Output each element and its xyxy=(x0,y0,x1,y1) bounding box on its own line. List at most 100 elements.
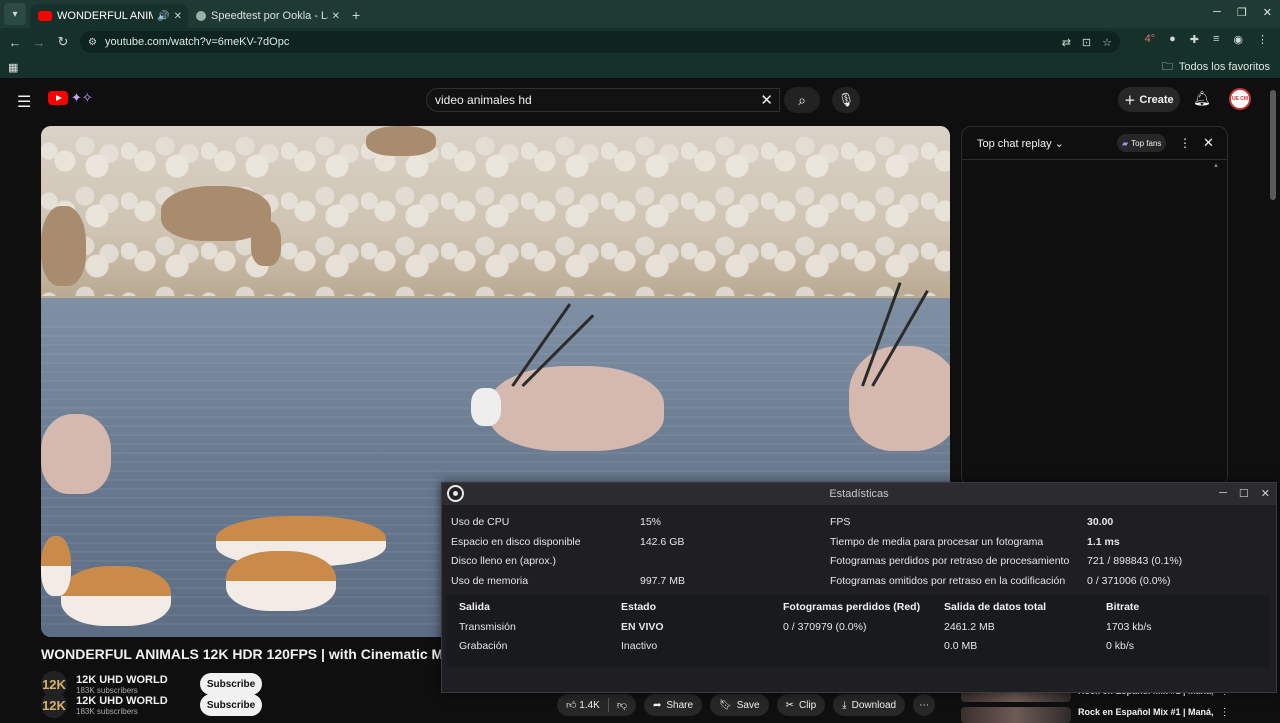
table-cell: Transmisión xyxy=(459,621,516,633)
puzzle-icon[interactable]: ✚ xyxy=(1190,33,1199,46)
stat-value: 142.6 GB xyxy=(640,536,685,548)
tab-close-icon[interactable]: ✕ xyxy=(174,11,182,22)
notifications-bell-icon[interactable]: 🔔︎ xyxy=(1193,90,1211,107)
page-scrollbar[interactable] xyxy=(1270,90,1276,200)
stat-value: 997.7 MB xyxy=(640,575,685,587)
create-button[interactable]: ＋ Create xyxy=(1118,87,1180,112)
profile-icon[interactable]: ◉ xyxy=(1233,33,1243,46)
site-info-icon[interactable]: ⚙ xyxy=(88,37,97,48)
oryx-figure xyxy=(471,388,501,426)
more-actions-button[interactable]: ⋯ xyxy=(913,694,936,716)
url-bar[interactable]: ⚙ youtube.com/watch?v=6meKV-7dOpc ⇄ ⊡ ☆ xyxy=(80,31,1120,53)
close-icon[interactable]: ✕ xyxy=(1263,6,1272,19)
recommendation-item[interactable]: Rock en Español Mix #1 | Maná, ⋮ xyxy=(961,707,1271,723)
more-vertical-icon[interactable]: ⋮ xyxy=(1220,707,1230,718)
youtube-header: ☰ ✦✧ video animales hd ✕ ⌕ 🎙 ＋ Create 🔔︎… xyxy=(0,80,1280,120)
clip-button[interactable]: ✂ Clip xyxy=(776,694,826,716)
search-button[interactable]: ⌕ xyxy=(784,87,820,113)
clear-search-icon[interactable]: ✕ xyxy=(760,91,773,109)
menu-icon[interactable]: ⋮ xyxy=(1257,33,1268,46)
channel-avatar[interactable]: 12K xyxy=(41,692,67,718)
scroll-up-arrow-icon[interactable]: ▲ xyxy=(1213,163,1219,169)
video-title: WONDERFUL ANIMALS 12K HDR 120FPS | with … xyxy=(41,646,441,662)
chat-mode-dropdown[interactable]: Top chat replay ⌄ xyxy=(977,137,1064,150)
all-bookmarks[interactable]: 🗀 Todos los favoritos xyxy=(1162,58,1270,77)
springbok-figure xyxy=(226,551,336,611)
chat-more-icon[interactable]: ⋮ xyxy=(1179,136,1191,150)
all-bookmarks-label: Todos los favoritos xyxy=(1178,61,1270,73)
recommendation-thumbnail[interactable] xyxy=(961,707,1071,723)
tab-close-icon[interactable]: ✕ xyxy=(332,11,340,22)
minimize-icon[interactable]: ─ xyxy=(1219,487,1227,500)
voice-search-button[interactable]: 🎙 xyxy=(832,87,860,113)
obs-window-title: Estadísticas xyxy=(829,488,889,500)
plus-icon: ＋ xyxy=(1124,94,1136,107)
channel-name[interactable]: 12K UHD WORLD xyxy=(76,695,200,707)
save-label: Save xyxy=(736,699,760,711)
tab-search-button[interactable]: ▾ xyxy=(4,3,26,25)
extension-icon[interactable]: 4° xyxy=(1145,33,1156,46)
channel-row: 12K 12K UHD WORLD 183K subscribers Subsc… xyxy=(41,692,262,718)
like-dislike-group: 👍︎ 1.4K 👎︎ xyxy=(557,694,636,716)
translate-icon[interactable]: ⇄ xyxy=(1062,36,1071,49)
recommendation-title[interactable]: Rock en Español Mix #1 | Maná, xyxy=(1078,707,1214,717)
share-button[interactable]: ➦ Share xyxy=(643,694,703,716)
new-tab-button[interactable]: + xyxy=(352,7,360,23)
restore-icon[interactable]: ❐ xyxy=(1237,6,1247,19)
stat-value: 0 / 371006 (0.0%) xyxy=(1087,575,1171,587)
maximize-icon[interactable]: ☐ xyxy=(1239,487,1249,500)
search-icon: ⌕ xyxy=(798,91,806,108)
channel-badge-text: 12K xyxy=(42,697,66,713)
stat-label: Fotogramas perdidos por retraso de proce… xyxy=(830,555,1070,567)
apps-grid-icon[interactable]: ▦ xyxy=(8,61,18,74)
close-icon[interactable]: ✕ xyxy=(1261,487,1270,500)
minimize-icon[interactable]: ─ xyxy=(1213,6,1221,19)
chat-close-icon[interactable]: ✕ xyxy=(1203,135,1214,151)
like-button[interactable]: 👍︎ 1.4K xyxy=(566,699,600,711)
stat-label: Tiempo de media para procesar un fotogra… xyxy=(830,536,1044,548)
stat-label: Disco lleno en (aprox.) xyxy=(451,555,557,567)
thumbs-down-icon[interactable]: 👎︎ xyxy=(617,699,627,711)
tab-title: Speedtest por Ookla - La xyxy=(211,10,328,22)
window-controls: ─ ❐ ✕ xyxy=(1213,6,1272,19)
search-input[interactable]: video animales hd ✕ xyxy=(426,88,780,112)
url-text: youtube.com/watch?v=6meKV-7dOpc xyxy=(104,36,290,48)
like-count: 1.4K xyxy=(579,700,600,711)
back-icon[interactable]: ← xyxy=(3,35,27,50)
stat-label: Uso de memoria xyxy=(451,575,529,587)
chevron-down-icon: ⌄ xyxy=(1054,137,1064,150)
stat-label: FPS xyxy=(830,516,851,528)
tab-youtube[interactable]: WONDERFUL ANIMALS 12K 🔊 ✕ xyxy=(30,4,188,28)
youtube-doodle-icon[interactable]: ✦✧ xyxy=(71,90,93,106)
youtube-logo[interactable] xyxy=(48,91,68,105)
column-header: Fotogramas perdidos (Red) xyxy=(783,601,921,613)
forward-icon[interactable]: → xyxy=(27,35,51,50)
table-cell: 0.0 MB xyxy=(944,640,978,652)
obs-titlebar[interactable]: Estadísticas ─ ☐ ✕ xyxy=(442,483,1276,505)
channel-name[interactable]: 12K UHD WORLD xyxy=(76,674,200,686)
save-button[interactable]: 🔖︎ Save xyxy=(710,694,769,716)
menu-hamburger-icon[interactable]: ☰ xyxy=(17,92,31,112)
share-icon: ➦ xyxy=(652,699,662,711)
springbok-figure xyxy=(61,566,171,626)
extension-icon[interactable]: ● xyxy=(1169,33,1176,46)
stat-value: 30.00 xyxy=(1087,516,1114,528)
reload-icon[interactable]: ↻ xyxy=(51,34,75,50)
kudu-figure xyxy=(41,206,86,286)
media-icon[interactable]: ≡ xyxy=(1213,33,1219,46)
oryx-figure xyxy=(849,346,950,451)
column-header: Salida de datos total xyxy=(944,601,1047,613)
bookmark-star-icon[interactable]: ☆ xyxy=(1102,36,1112,49)
tab-speedtest[interactable]: Speedtest por Ookla - La ✕ xyxy=(188,4,346,28)
video-actions: 👍︎ 1.4K 👎︎ ➦ Share 🔖︎ Save ✂ Clip ⤓ Down… xyxy=(557,693,936,717)
download-button[interactable]: ⤓ Download xyxy=(833,694,906,716)
tab-title: WONDERFUL ANIMALS 12K xyxy=(57,10,154,22)
subscriber-count: 183K subscribers xyxy=(76,706,138,716)
top-fans-button[interactable]: ▰ Top fans xyxy=(1117,134,1167,152)
subscribe-button[interactable]: Subscribe xyxy=(200,694,262,716)
oryx-figure xyxy=(41,414,111,494)
speaker-icon[interactable]: 🔊 xyxy=(157,11,169,22)
account-avatar[interactable]: UE CM xyxy=(1229,88,1251,110)
install-icon[interactable]: ⊡ xyxy=(1082,36,1091,49)
address-toolbar: ← → ↻ ⚙ youtube.com/watch?v=6meKV-7dOpc … xyxy=(0,28,1280,56)
